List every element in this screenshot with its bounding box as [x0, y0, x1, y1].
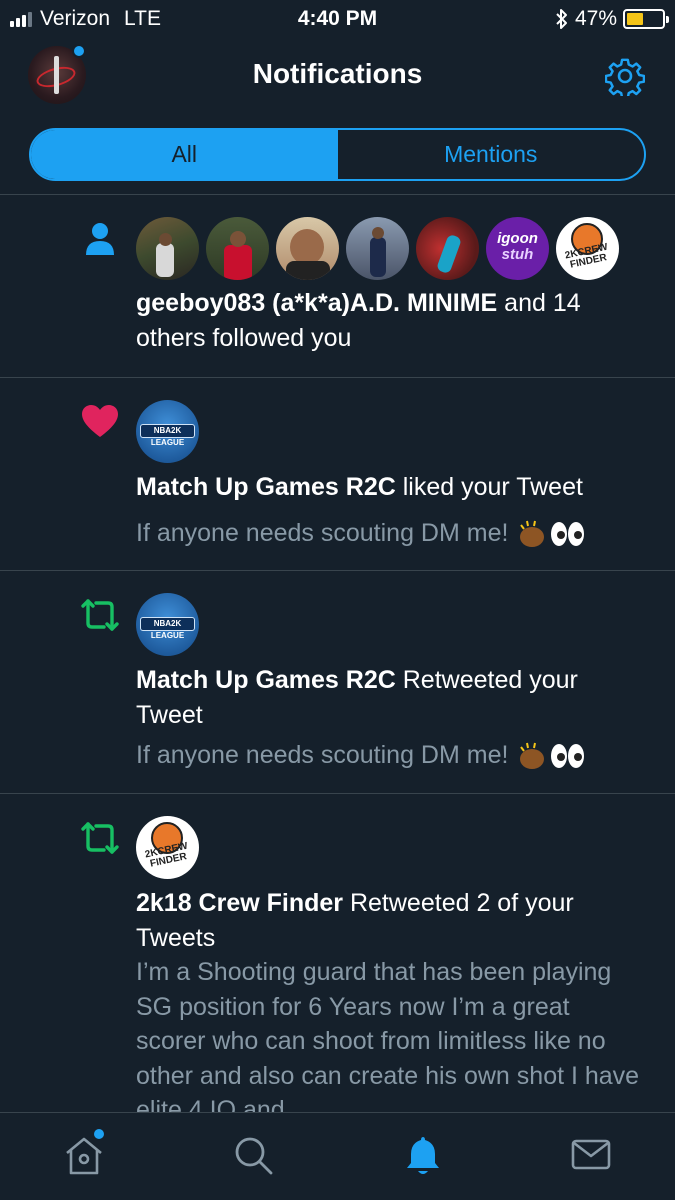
notification-like[interactable]: NBA2K LEAGUE Match Up Games R2C liked yo…: [0, 378, 675, 571]
notification-text: 2k18 Crew Finder Retweeted 2 of your Twe…: [136, 886, 645, 955]
notification-retweet[interactable]: NBA2K LEAGUE Match Up Games R2C Retweete…: [0, 571, 675, 794]
home-new-dot: [94, 1129, 104, 1139]
tab-all[interactable]: All: [31, 130, 338, 179]
tweet-preview[interactable]: If anyone needs scouting DM me!: [136, 516, 645, 551]
header: Notifications: [0, 38, 675, 118]
logo-text: NBA2K LEAGUE: [140, 424, 195, 447]
bell-icon[interactable]: [401, 1133, 445, 1177]
tab-mentions[interactable]: Mentions: [338, 130, 645, 179]
actor-avatar[interactable]: NBA2K LEAGUE: [136, 400, 199, 463]
status-right: 47%: [555, 7, 669, 31]
follower-avatar[interactable]: [276, 217, 339, 280]
actor-name[interactable]: 2k18 Crew Finder: [136, 889, 343, 917]
logo-text: 2KCREW FINDER: [144, 840, 189, 870]
new-activity-dot: [72, 44, 86, 58]
avatar-text: igoon: [497, 230, 538, 247]
actor-avatar[interactable]: 2KCREW FINDER: [136, 816, 199, 879]
battery-fill: [627, 13, 643, 25]
notification-filter: All Mentions: [29, 128, 646, 181]
follower-avatar[interactable]: [416, 217, 479, 280]
clapping-hands-icon: [520, 520, 545, 547]
retweet-icon: [81, 822, 119, 854]
action-text: liked your Tweet: [395, 473, 583, 501]
follower-avatar[interactable]: 2KCREW FINDER: [556, 217, 619, 280]
avatar-text: stuh: [501, 246, 534, 263]
battery-percent: 47%: [574, 7, 617, 30]
person-icon: [86, 223, 114, 255]
follower-avatars: igoon stuh 2KCREW FINDER: [136, 217, 645, 280]
notification-follow[interactable]: igoon stuh 2KCREW FINDER geeboy083 (a*k*…: [0, 195, 675, 378]
bluetooth-icon: [556, 9, 567, 29]
battery-icon: [623, 9, 669, 29]
mail-icon[interactable]: [569, 1133, 613, 1177]
actor-names[interactable]: geeboy083 (a*k*a)A.D. MINIME: [136, 289, 497, 317]
tweet-text: If anyone needs scouting DM me!: [136, 518, 509, 547]
follower-avatar[interactable]: [346, 217, 409, 280]
notification-text: geeboy083 (a*k*a)A.D. MINIME and 14 othe…: [136, 286, 645, 355]
retweet-icon: [81, 599, 119, 631]
app-root: Verizon LTE 4:40 PM 47% Notifications Al…: [0, 0, 675, 1200]
tweet-preview[interactable]: I’m a Shooting guard that has been playi…: [136, 955, 645, 1112]
notification-text: Match Up Games R2C liked your Tweet: [136, 470, 645, 505]
follower-avatar[interactable]: [206, 217, 269, 280]
page-title: Notifications: [252, 58, 423, 89]
actor-avatar[interactable]: NBA2K LEAGUE: [136, 593, 199, 656]
heart-icon: [82, 405, 118, 437]
actor-name[interactable]: Match Up Games R2C: [136, 473, 396, 501]
tweet-text: If anyone needs scouting DM me!: [136, 741, 509, 769]
bottom-tab-bar: [0, 1112, 675, 1200]
follower-avatar[interactable]: [136, 217, 199, 280]
search-icon[interactable]: [231, 1133, 275, 1177]
gear-icon[interactable]: [605, 56, 645, 96]
follower-avatar[interactable]: igoon stuh: [486, 217, 549, 280]
eyes-icon: [551, 521, 585, 546]
logo-text: NBA2K LEAGUE: [140, 617, 195, 640]
actor-name[interactable]: Match Up Games R2C: [136, 666, 396, 694]
logo-text: 2KCREW FINDER: [564, 241, 609, 271]
notifications-feed[interactable]: igoon stuh 2KCREW FINDER geeboy083 (a*k*…: [0, 195, 675, 1112]
tweet-preview[interactable]: If anyone needs scouting DM me!: [136, 738, 645, 773]
home-icon[interactable]: [62, 1133, 106, 1177]
notification-text: Match Up Games R2C Retweeted your Tweet: [136, 663, 645, 732]
clapping-hands-icon: [520, 743, 545, 770]
status-bar: Verizon LTE 4:40 PM 47%: [0, 0, 675, 38]
notification-retweet[interactable]: 2KCREW FINDER 2k18 Crew Finder Retweeted…: [0, 794, 675, 1112]
eyes-icon: [551, 744, 585, 769]
tweet-text: I’m a Shooting guard that has been playi…: [136, 958, 640, 1112]
